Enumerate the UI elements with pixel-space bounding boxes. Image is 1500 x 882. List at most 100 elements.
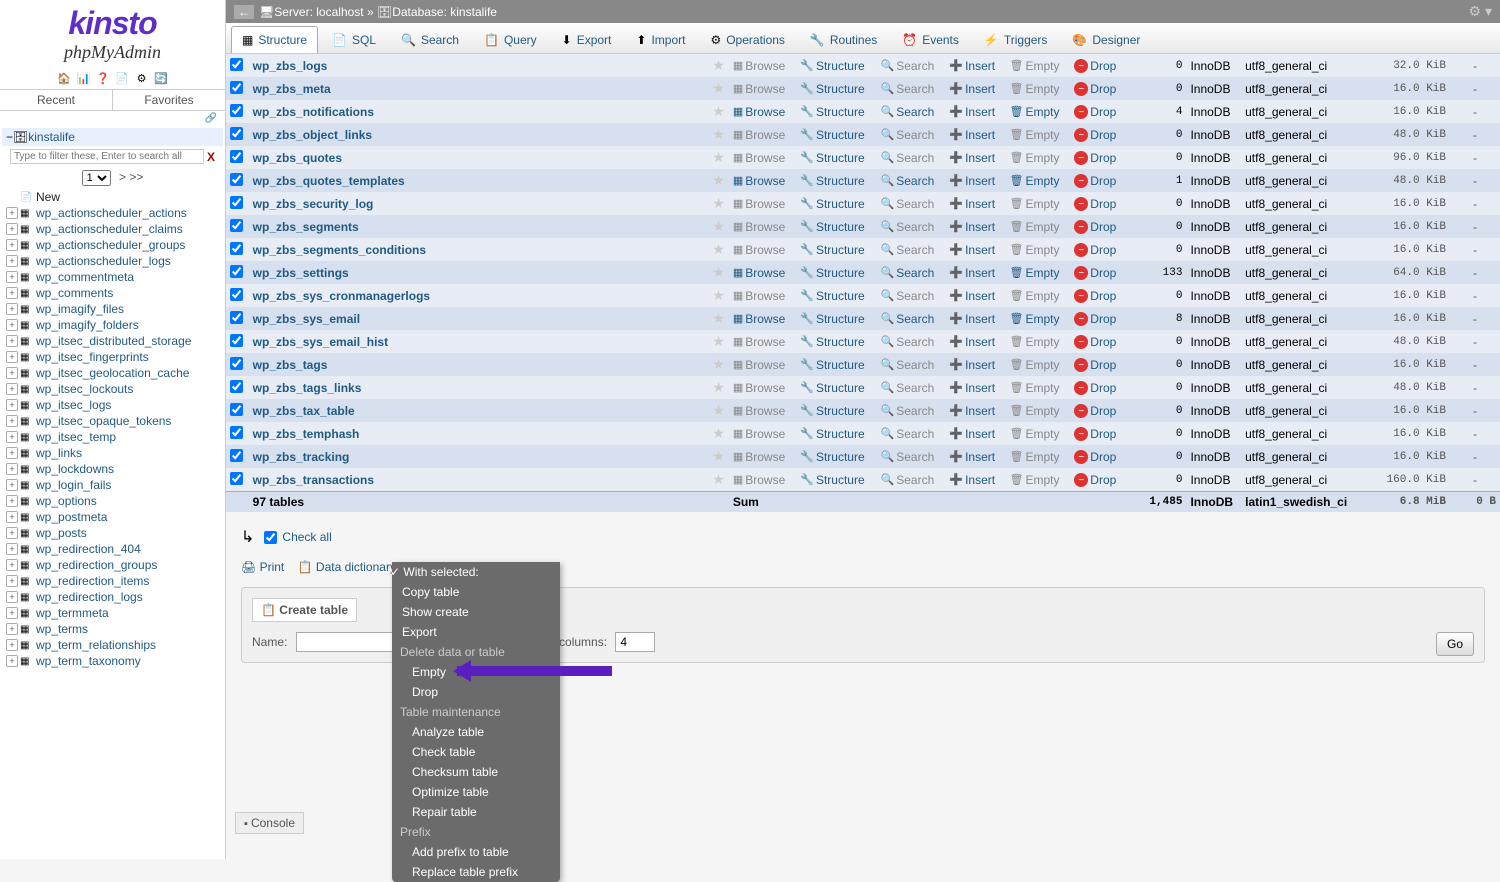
structure-action[interactable]: 🔧Structure: [800, 151, 864, 165]
drop-action[interactable]: −Drop: [1074, 128, 1116, 142]
drop-action[interactable]: −Drop: [1074, 358, 1116, 372]
expand-icon[interactable]: +: [6, 431, 18, 443]
search-action[interactable]: 🔍Search: [881, 243, 935, 257]
drop-action[interactable]: −Drop: [1074, 220, 1116, 234]
db-name[interactable]: kinstalife: [28, 130, 75, 144]
table-name-link[interactable]: wp_zbs_segments: [253, 220, 359, 234]
row-checkbox[interactable]: [230, 242, 243, 255]
tree-table-item[interactable]: +▦wp_options: [2, 493, 223, 509]
table-link[interactable]: wp_comments: [36, 286, 113, 300]
row-checkbox[interactable]: [230, 219, 243, 232]
db-link[interactable]: kinstalife: [450, 5, 497, 19]
refresh-icon[interactable]: 🔄: [154, 72, 168, 86]
row-checkbox[interactable]: [230, 449, 243, 462]
table-link[interactable]: wp_postmeta: [36, 510, 107, 524]
table-link[interactable]: wp_itsec_fingerprints: [36, 350, 149, 364]
search-action[interactable]: 🔍Search: [881, 358, 935, 372]
expand-icon[interactable]: +: [6, 511, 18, 523]
browse-action[interactable]: ▦Browse: [733, 404, 785, 418]
table-link[interactable]: wp_login_fails: [36, 478, 111, 492]
search-action[interactable]: 🔍Search: [881, 82, 935, 96]
structure-action[interactable]: 🔧Structure: [800, 404, 864, 418]
expand-icon[interactable]: +: [6, 255, 18, 267]
drop-action[interactable]: −Drop: [1074, 427, 1116, 441]
insert-action[interactable]: ➕Insert: [949, 105, 995, 119]
favorites-link[interactable]: Favorites: [113, 90, 225, 110]
browse-action[interactable]: ▦Browse: [733, 82, 785, 96]
check-all-link[interactable]: Check all: [282, 530, 331, 544]
expand-icon[interactable]: +: [6, 271, 18, 283]
with-selected-dropdown[interactable]: With selected: Copy table Show create Ex…: [392, 562, 560, 882]
insert-action[interactable]: ➕Insert: [949, 128, 995, 142]
search-action[interactable]: 🔍Search: [881, 404, 935, 418]
row-checkbox[interactable]: [230, 357, 243, 370]
collapse-icon[interactable]: −: [6, 130, 13, 144]
tree-table-item[interactable]: +▦wp_itsec_logs: [2, 397, 223, 413]
tree-table-item[interactable]: +▦wp_redirection_logs: [2, 589, 223, 605]
row-checkbox[interactable]: [230, 81, 243, 94]
table-name-link[interactable]: wp_zbs_object_links: [253, 128, 372, 142]
empty-action[interactable]: 🗑Empty: [1010, 59, 1060, 73]
expand-icon[interactable]: +: [6, 543, 18, 555]
table-link[interactable]: wp_actionscheduler_logs: [36, 254, 171, 268]
table-link[interactable]: wp_actionscheduler_actions: [36, 206, 187, 220]
tree-table-item[interactable]: +▦wp_termmeta: [2, 605, 223, 621]
tab-search[interactable]: 🔍Search: [390, 26, 470, 53]
star-icon[interactable]: ★: [712, 195, 725, 211]
expand-icon[interactable]: +: [6, 207, 18, 219]
table-name-link[interactable]: wp_zbs_tags: [253, 358, 328, 372]
table-link[interactable]: wp_itsec_temp: [36, 430, 116, 444]
tab-routines[interactable]: 🔧Routines: [799, 26, 888, 53]
structure-action[interactable]: 🔧Structure: [800, 289, 864, 303]
browse-action[interactable]: ▦Browse: [733, 59, 785, 73]
empty-action[interactable]: 🗑Empty: [1010, 174, 1060, 188]
empty-action[interactable]: 🗑Empty: [1010, 220, 1060, 234]
structure-action[interactable]: 🔧Structure: [800, 335, 864, 349]
table-name-link[interactable]: wp_zbs_logs: [253, 59, 328, 73]
drop-action[interactable]: −Drop: [1074, 174, 1116, 188]
insert-action[interactable]: ➕Insert: [949, 358, 995, 372]
empty-action[interactable]: 🗑Empty: [1010, 197, 1060, 211]
insert-action[interactable]: ➕Insert: [949, 266, 995, 280]
table-link[interactable]: wp_redirection_groups: [36, 558, 157, 572]
expand-icon[interactable]: +: [6, 639, 18, 651]
check-all-checkbox[interactable]: [264, 531, 277, 544]
insert-action[interactable]: ➕Insert: [949, 381, 995, 395]
structure-action[interactable]: 🔧Structure: [800, 381, 864, 395]
search-action[interactable]: 🔍Search: [881, 335, 935, 349]
expand-icon[interactable]: +: [6, 239, 18, 251]
table-link[interactable]: wp_lockdowns: [36, 462, 114, 476]
tree-table-item[interactable]: +▦wp_actionscheduler_logs: [2, 253, 223, 269]
drop-action[interactable]: −Drop: [1074, 105, 1116, 119]
star-icon[interactable]: ★: [712, 149, 725, 165]
tree-table-item[interactable]: +▦wp_links: [2, 445, 223, 461]
star-icon[interactable]: ★: [712, 379, 725, 395]
star-icon[interactable]: ★: [712, 126, 725, 142]
expand-icon[interactable]: +: [6, 335, 18, 347]
table-link[interactable]: wp_itsec_geolocation_cache: [36, 366, 189, 380]
expand-icon[interactable]: +: [6, 399, 18, 411]
drop-action[interactable]: −Drop: [1074, 59, 1116, 73]
table-link[interactable]: wp_redirection_logs: [36, 590, 143, 604]
tree-table-item[interactable]: +▦wp_login_fails: [2, 477, 223, 493]
insert-action[interactable]: ➕Insert: [949, 473, 995, 487]
expand-icon[interactable]: +: [6, 319, 18, 331]
table-link[interactable]: wp_imagify_files: [36, 302, 124, 316]
browse-action[interactable]: ▦Browse: [733, 151, 785, 165]
expand-icon[interactable]: +: [6, 623, 18, 635]
tree-table-item[interactable]: +▦wp_imagify_folders: [2, 317, 223, 333]
exit-icon[interactable]: 📊: [76, 72, 90, 86]
structure-action[interactable]: 🔧Structure: [800, 197, 864, 211]
browse-action[interactable]: ▦Browse: [733, 335, 785, 349]
table-link[interactable]: wp_itsec_logs: [36, 398, 111, 412]
expand-icon[interactable]: +: [6, 463, 18, 475]
table-name-link[interactable]: wp_zbs_tags_links: [253, 381, 362, 395]
insert-action[interactable]: ➕Insert: [949, 59, 995, 73]
star-icon[interactable]: ★: [712, 241, 725, 257]
row-checkbox[interactable]: [230, 472, 243, 485]
structure-action[interactable]: 🔧Structure: [800, 59, 864, 73]
drop-action[interactable]: −Drop: [1074, 151, 1116, 165]
sql-icon[interactable]: 📄: [115, 72, 129, 86]
home-icon[interactable]: 🏠: [57, 72, 71, 86]
link-icon[interactable]: 🔗: [0, 111, 225, 126]
